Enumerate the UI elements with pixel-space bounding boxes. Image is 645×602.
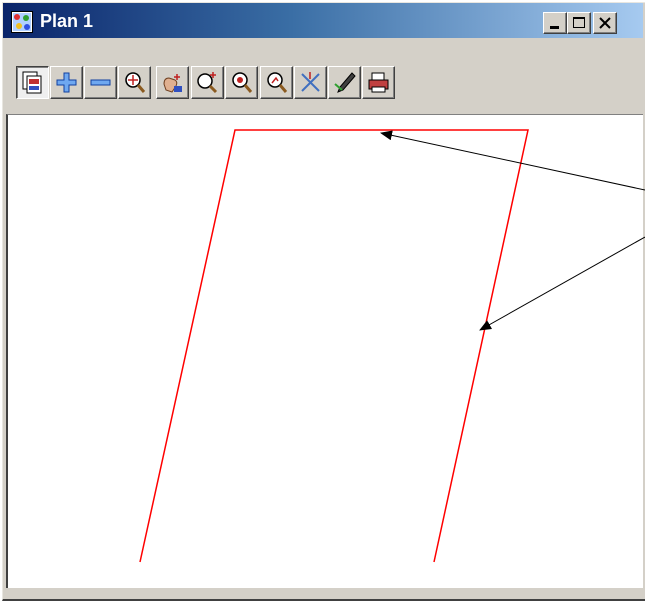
pan-button[interactable] (156, 66, 189, 99)
plus-icon (56, 72, 77, 93)
pick-button[interactable] (328, 66, 361, 99)
minimize-icon (550, 26, 559, 29)
toolbar (6, 62, 643, 108)
pick-pen-icon (334, 72, 356, 93)
plot-view-button[interactable] (16, 66, 49, 99)
window-title: Plan 1 (40, 11, 94, 31)
print-button[interactable] (362, 66, 395, 99)
hand-pan-icon (163, 74, 182, 93)
zoom-out-button[interactable] (84, 66, 117, 99)
zoom-extents-icon (125, 72, 146, 93)
plan-view-icon (11, 11, 33, 33)
printer-icon (368, 72, 389, 93)
zoom-extents-button[interactable] (118, 66, 151, 99)
close-button[interactable] (593, 12, 617, 34)
maximize-button[interactable] (567, 12, 591, 34)
zoom-in-button[interactable] (50, 66, 83, 99)
title-bar[interactable]: Plan 1 (3, 3, 643, 38)
minus-icon (90, 79, 111, 86)
zoom-centre-icon (232, 72, 253, 93)
plot-view-icon (22, 71, 42, 94)
minimize-button[interactable] (543, 12, 567, 34)
zoom-previous-icon (267, 72, 288, 93)
maximize-icon (573, 17, 585, 28)
close-icon (599, 17, 611, 29)
plan-canvas[interactable] (6, 114, 643, 588)
zoom-previous-button[interactable] (260, 66, 293, 99)
zoom-window-button[interactable] (191, 66, 224, 99)
cursor-button[interactable] (294, 66, 327, 99)
zoom-window-icon (197, 72, 218, 94)
cross-cursor-icon (301, 72, 320, 92)
zoom-centre-button[interactable] (225, 66, 258, 99)
